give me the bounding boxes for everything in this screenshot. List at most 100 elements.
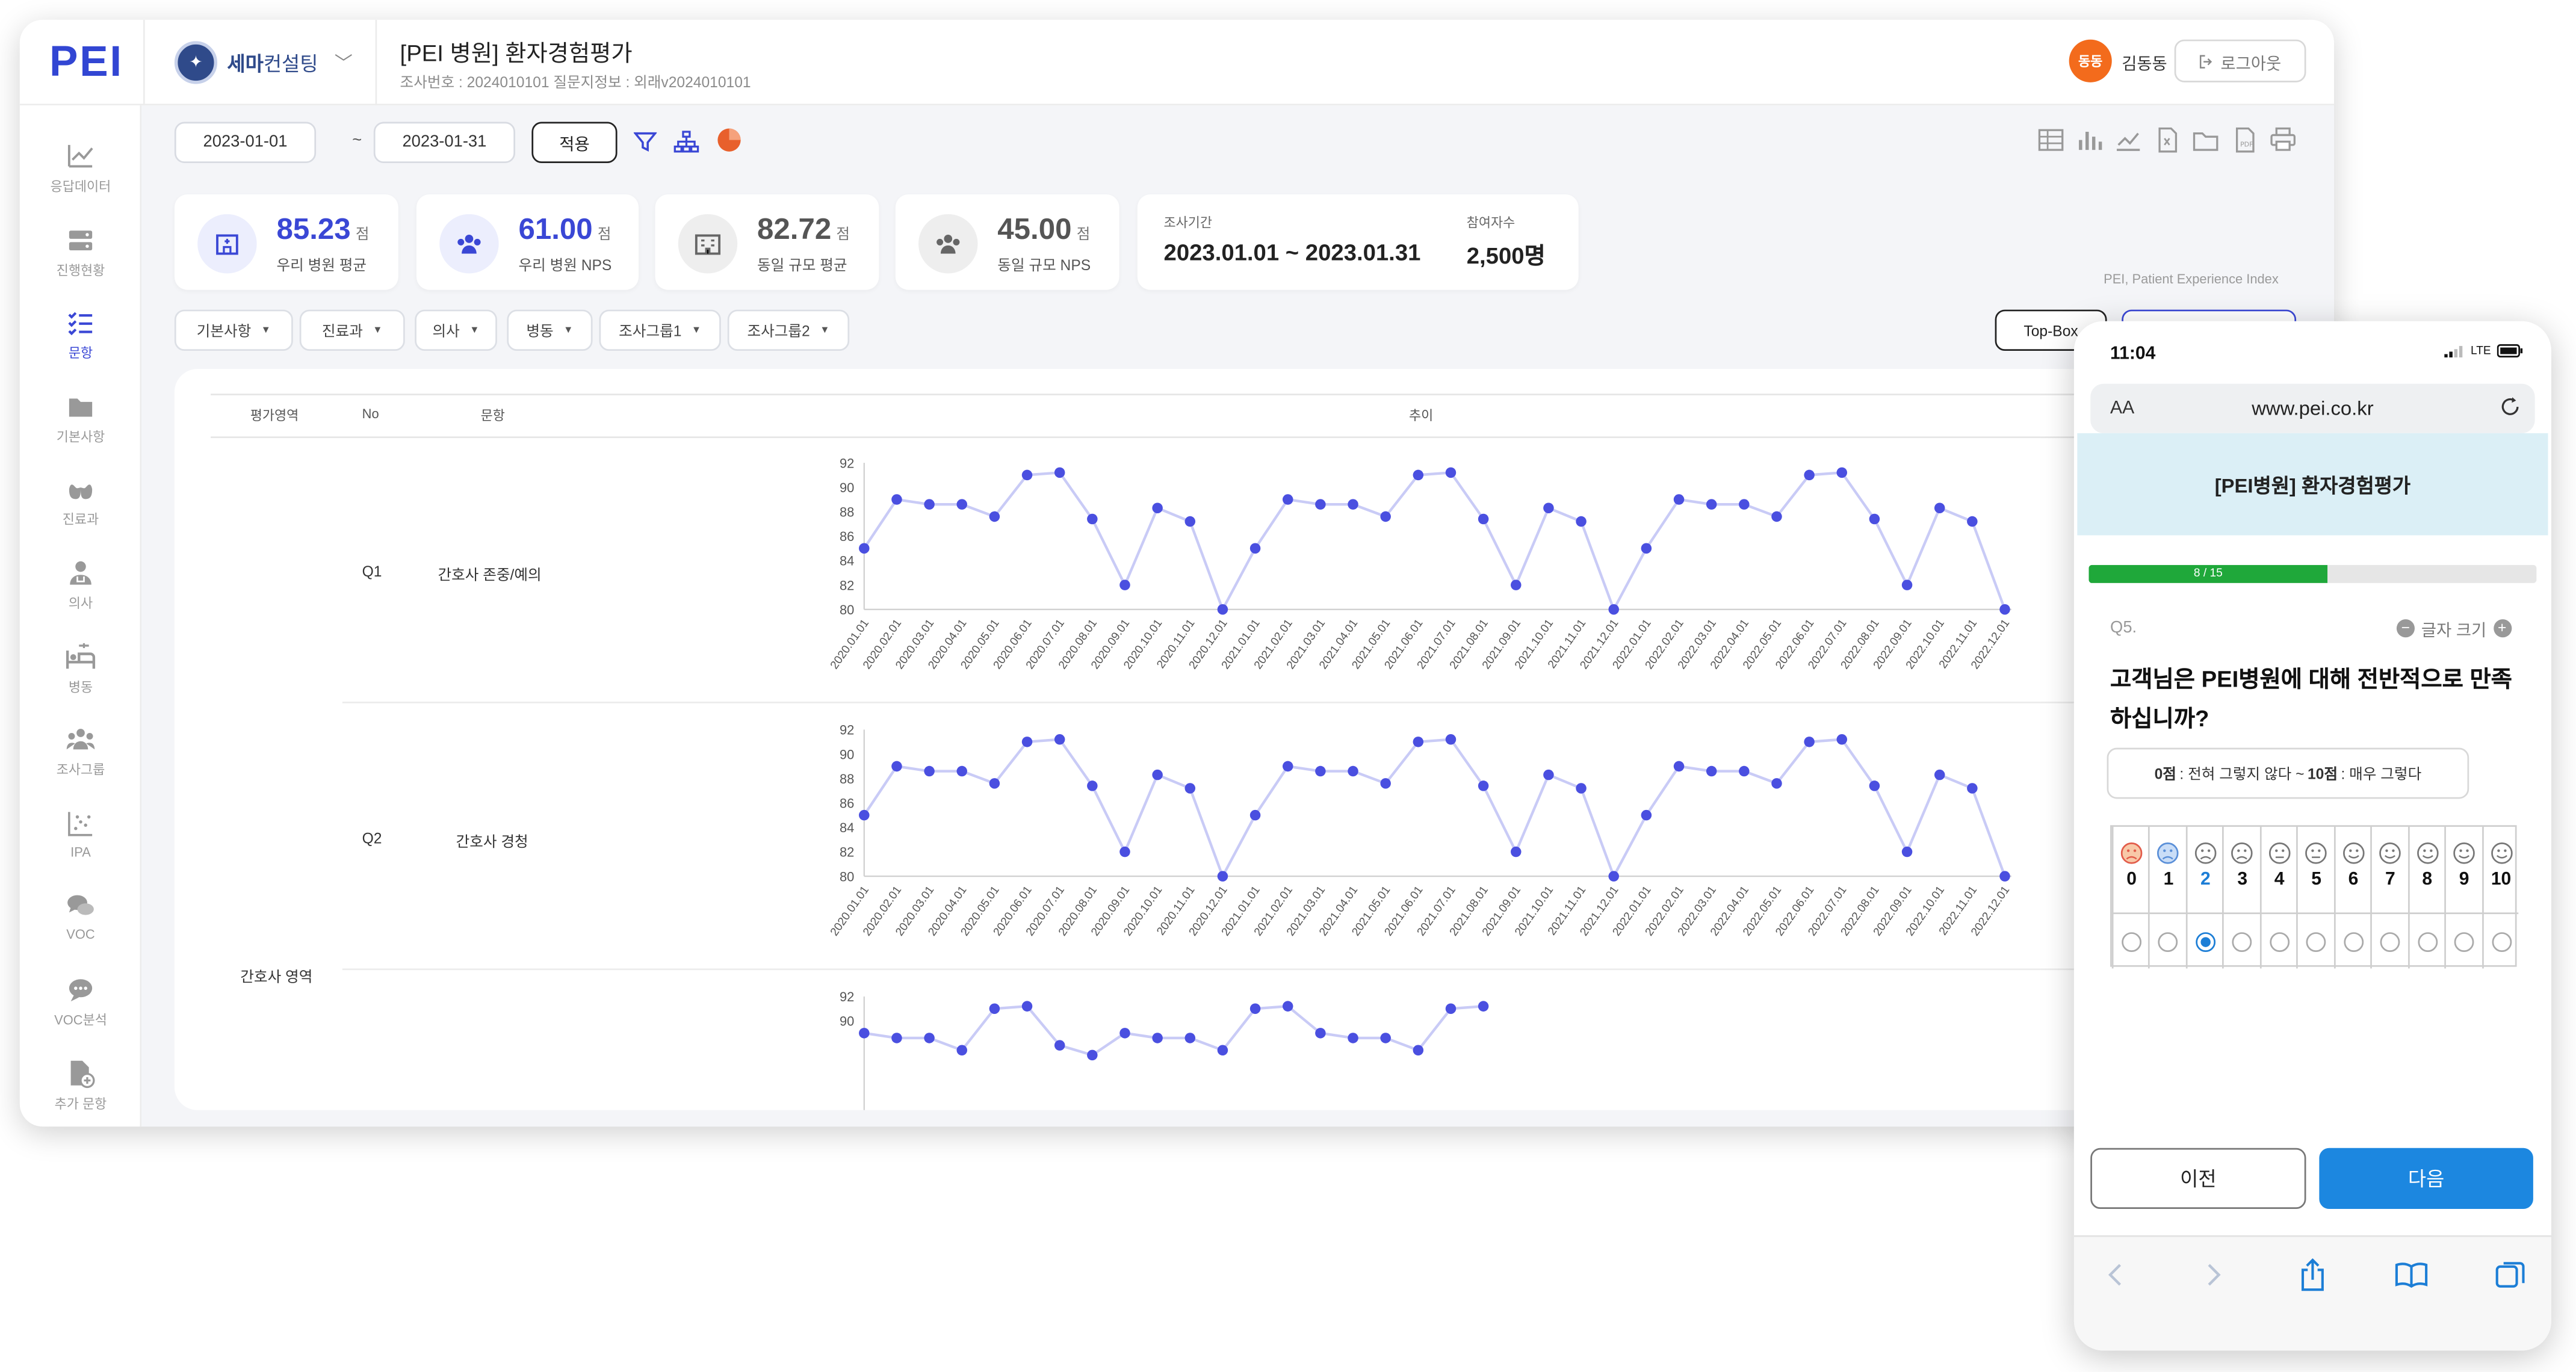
sidebar-item[interactable]: VOC <box>20 892 141 964</box>
user-avatar[interactable]: 동동 <box>2069 39 2112 82</box>
share-icon[interactable] <box>2294 1256 2330 1293</box>
trend-icon[interactable] <box>2114 125 2143 155</box>
filter-dropdown[interactable]: 조사그룹2 ▼ <box>727 309 850 351</box>
doctor-icon <box>66 558 95 588</box>
data-point <box>1021 469 1033 481</box>
line-chart-icon <box>66 141 95 171</box>
folder-icon <box>66 392 95 421</box>
excel-icon[interactable] <box>2152 125 2182 155</box>
scale-radio[interactable] <box>2454 932 2474 953</box>
sidebar-item[interactable]: 진료과 <box>20 475 141 547</box>
scale-radio[interactable] <box>2195 932 2215 953</box>
apply-button[interactable]: 적용 <box>531 122 618 163</box>
forward-icon[interactable] <box>2196 1256 2232 1293</box>
address-bar[interactable]: AA www.pei.co.kr <box>2090 383 2535 433</box>
kpi-label: 동일 규모 평균 <box>757 256 847 274</box>
data-point <box>1217 604 1228 615</box>
survey-title: [PEI 병원] 환자경험평가 <box>400 39 633 66</box>
scale-option[interactable]: 5 <box>2296 827 2333 969</box>
organization-emblem-icon: ✦ <box>174 41 217 84</box>
scale-option[interactable]: 8 <box>2407 827 2444 969</box>
hospital-icon <box>197 214 257 274</box>
sidebar-item[interactable]: 진행현황 <box>20 225 141 297</box>
scale-option[interactable]: 6 <box>2333 827 2370 969</box>
tabs-icon[interactable] <box>2492 1256 2528 1293</box>
organization-selector[interactable]: ✦ 세마컨설팅 ﹀ <box>174 40 353 86</box>
logout-button[interactable]: 로그아웃 <box>2174 39 2306 82</box>
prev-button[interactable]: 이전 <box>2090 1148 2306 1210</box>
y-tick-label: 90 <box>840 747 854 762</box>
scale-radio[interactable] <box>2380 932 2400 953</box>
scale-option[interactable]: 10 <box>2481 827 2518 969</box>
scale-radio[interactable] <box>2122 932 2142 953</box>
scale-option[interactable]: 1 <box>2149 827 2185 969</box>
scale-radio[interactable] <box>2269 932 2290 953</box>
battery-icon <box>2497 344 2524 357</box>
data-point <box>859 809 870 821</box>
sidebar-item[interactable]: 응답데이터 <box>20 141 141 214</box>
next-button[interactable]: 다음 <box>2319 1148 2533 1210</box>
scale-radio[interactable] <box>2491 932 2511 953</box>
sidebar-item-label: 기본사항 <box>56 429 105 445</box>
bookmarks-icon[interactable] <box>2393 1256 2429 1293</box>
data-point <box>1217 871 1228 882</box>
data-point <box>1543 769 1554 780</box>
data-point <box>1119 1028 1130 1039</box>
folder-open-icon[interactable] <box>2191 125 2220 155</box>
kpi-value: 85.23 점 <box>276 212 370 246</box>
sidebar-item[interactable]: 기본사항 <box>20 392 141 464</box>
sidebar-item[interactable]: 병동 <box>20 641 141 714</box>
font-decrease-button[interactable]: − <box>2396 619 2415 638</box>
sidebar-item[interactable]: 문항 <box>20 308 141 380</box>
scale-radio[interactable] <box>2343 932 2364 953</box>
app-logo[interactable]: PEI <box>49 36 123 87</box>
sidebar-item[interactable]: 의사 <box>20 558 141 631</box>
table-icon[interactable] <box>2036 125 2066 155</box>
progress-label: 8 / 15 <box>2193 568 2223 580</box>
data-point <box>1119 579 1130 590</box>
sidebar-item[interactable]: 조사그룹 <box>20 725 141 797</box>
scale-hint: 0점 : 전혀 그렇지 않다 ~ 10점 : 매우 그렇다 <box>2107 747 2469 799</box>
data-point <box>1445 467 1457 478</box>
sidebar-item[interactable]: VOC분석 <box>20 975 141 1047</box>
back-icon[interactable] <box>2097 1256 2133 1293</box>
sidebar-item[interactable]: 추가 문항 <box>20 1058 141 1126</box>
reload-icon[interactable] <box>2498 395 2521 418</box>
filter-dropdown[interactable]: 의사 ▼ <box>415 309 497 351</box>
data-point <box>1804 469 1815 481</box>
question-number: Q5. <box>2110 619 2137 638</box>
network-type: LTE <box>2470 345 2491 357</box>
filter-icon[interactable] <box>630 127 660 156</box>
scale-radio[interactable] <box>2417 932 2438 953</box>
face-icon <box>2379 842 2401 864</box>
date-to-input[interactable]: 2023-01-31 <box>373 122 515 163</box>
filter-dropdown[interactable]: 조사그룹1 ▼ <box>599 309 721 351</box>
scale-radio[interactable] <box>2306 932 2326 953</box>
scale-value: 4 <box>2274 870 2285 890</box>
scale-option[interactable]: 9 <box>2444 827 2481 969</box>
date-from-input[interactable]: 2023-01-01 <box>174 122 317 163</box>
scale-option[interactable]: 4 <box>2259 827 2296 969</box>
filter-dropdown[interactable]: 기본사항 ▼ <box>174 309 293 351</box>
pdf-icon[interactable]: PDF <box>2229 125 2259 155</box>
font-increase-button[interactable]: + <box>2493 619 2512 638</box>
hierarchy-icon[interactable] <box>672 127 701 156</box>
sidebar-item[interactable]: IPA <box>20 808 141 880</box>
data-point <box>1869 780 1880 791</box>
data-point <box>1249 809 1261 821</box>
kpi-card: 61.00 점 우리 병원 NPS <box>416 194 639 290</box>
scale-option[interactable]: 7 <box>2370 827 2407 969</box>
data-point <box>1836 734 1848 745</box>
scale-radio[interactable] <box>2232 932 2253 953</box>
pie-chart-icon[interactable] <box>714 125 744 155</box>
filter-dropdown[interactable]: 병동 ▼ <box>507 309 593 351</box>
bar-chart-icon[interactable] <box>2075 125 2104 155</box>
scale-option[interactable]: 2 <box>2185 827 2223 969</box>
filter-dropdown[interactable]: 진료과 ▼ <box>299 309 405 351</box>
scale-radio[interactable] <box>2158 932 2179 953</box>
print-icon[interactable] <box>2268 125 2298 155</box>
scale-option[interactable]: 3 <box>2222 827 2259 969</box>
scale-option[interactable]: 0 <box>2111 827 2149 969</box>
status-indicators: LTE <box>2444 344 2524 357</box>
data-point <box>1445 734 1457 745</box>
